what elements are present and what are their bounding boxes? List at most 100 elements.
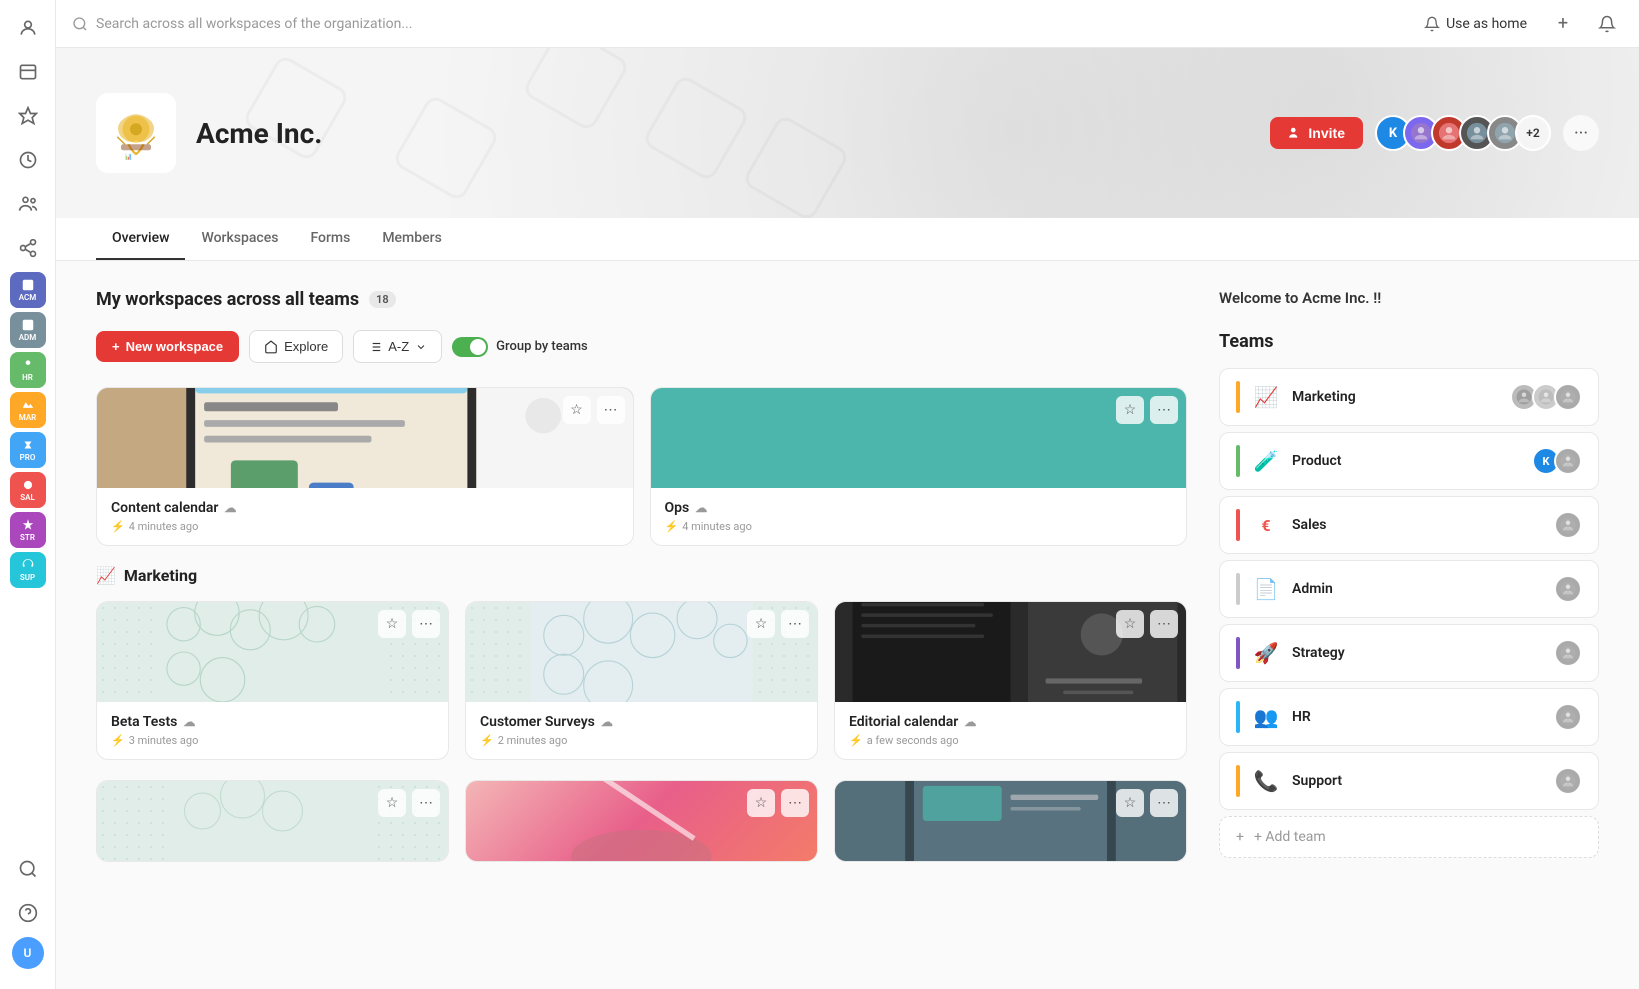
team-name-strategy: Strategy — [1292, 645, 1542, 661]
bell-icon — [1424, 16, 1440, 32]
more-button-r3-1[interactable]: ⋯ — [412, 789, 440, 817]
more-button-ops[interactable]: ⋯ — [1150, 396, 1178, 424]
star-button-r3-3[interactable]: ☆ — [1116, 789, 1144, 817]
card-row3-1[interactable]: ☆ ⋯ — [96, 780, 449, 862]
card-thumbnail-beta-tests: ☆ ⋯ — [97, 602, 448, 702]
notification-button[interactable] — [1591, 8, 1623, 40]
sidebar-icon-search[interactable] — [8, 849, 48, 889]
add-team-button[interactable]: + + Add team — [1219, 816, 1599, 858]
sidebar-badge-acm[interactable]: ACM — [10, 272, 46, 308]
lightning-icon-beta: ⚡ — [111, 734, 125, 747]
card-body-editorial-calendar: Editorial calendar ☁ ⚡ a few seconds ago — [835, 702, 1186, 759]
more-button-beta-tests[interactable]: ⋯ — [412, 610, 440, 638]
avatar-4-img — [1466, 122, 1488, 144]
sidebar-icon-help[interactable] — [8, 893, 48, 933]
explore-button[interactable]: Explore — [249, 330, 343, 363]
org-logo: 📊 — [96, 93, 176, 173]
sidebar: ACM ADM HR MAR PRO € SAL STR SUP U — [0, 0, 56, 989]
star-button-r3-1[interactable]: ☆ — [378, 789, 406, 817]
use-as-home-button[interactable]: Use as home — [1416, 12, 1535, 36]
card-title-customer-surveys: Customer Surveys ☁ — [480, 714, 803, 730]
avatar-3-img — [1438, 122, 1460, 144]
right-sidebar: Welcome to Acme Inc. !! Teams 📈 Marketin… — [1219, 289, 1599, 961]
user-avatar[interactable]: U — [12, 937, 44, 969]
team-row-sales[interactable]: € Sales — [1219, 496, 1599, 554]
team-avatars-admin — [1554, 575, 1582, 603]
card-thumbnail-ops: ☆ ⋯ — [651, 388, 1187, 488]
sidebar-badge-str[interactable]: STR — [10, 512, 46, 548]
sidebar-badge-pro[interactable]: PRO — [10, 432, 46, 468]
body-layout: My workspaces across all teams 18 + New … — [56, 261, 1639, 989]
sidebar-icon-home[interactable] — [8, 8, 48, 48]
team-row-hr[interactable]: 👥 HR — [1219, 688, 1599, 746]
card-editorial-calendar[interactable]: ☆ ⋯ Editorial calendar ☁ ⚡ a few s — [834, 601, 1187, 760]
explore-icon — [264, 340, 278, 354]
teams-title: Teams — [1219, 331, 1599, 352]
card-3-actions: ☆ ⋯ — [378, 610, 440, 638]
team-color-bar-strategy — [1236, 637, 1240, 669]
sidebar-badge-sup[interactable]: SUP — [10, 552, 46, 588]
add-team-icon: + — [1236, 829, 1244, 845]
card-content-calendar[interactable]: ☆ ⋯ Content calendar ☁ ⚡ 4 minutes — [96, 387, 634, 546]
team-avatar-hr1 — [1554, 703, 1582, 731]
card-customer-surveys[interactable]: ☆ ⋯ Customer Surveys ☁ ⚡ 2 minutes — [465, 601, 818, 760]
invite-button[interactable]: Invite — [1270, 117, 1363, 149]
card-meta-content-calendar: ⚡ 4 minutes ago — [111, 520, 619, 533]
card-1-actions: ☆ ⋯ — [563, 396, 625, 424]
sort-button[interactable]: A-Z — [353, 330, 442, 363]
team-row-support[interactable]: 📞 Support — [1219, 752, 1599, 810]
avatar-count[interactable]: +2 — [1515, 115, 1551, 151]
star-button-r3-2[interactable]: ☆ — [747, 789, 775, 817]
sidebar-icon-favorites[interactable] — [8, 96, 48, 136]
topbar-actions: Use as home + — [1416, 8, 1623, 40]
card-beta-tests[interactable]: ☆ ⋯ Beta Tests ☁ ⚡ 3 minutes ago — [96, 601, 449, 760]
more-button-r3-3[interactable]: ⋯ — [1150, 789, 1178, 817]
sidebar-icon-recent[interactable] — [8, 140, 48, 180]
star-button-beta-tests[interactable]: ☆ — [378, 610, 406, 638]
more-options-button[interactable]: ··· — [1563, 115, 1599, 151]
sidebar-badge-hr[interactable]: HR — [10, 352, 46, 388]
star-button-editorial[interactable]: ☆ — [1116, 610, 1144, 638]
sidebar-icon-people[interactable] — [8, 184, 48, 224]
tab-members[interactable]: Members — [366, 218, 457, 260]
plus-icon: + — [112, 339, 120, 354]
team-color-bar-marketing — [1236, 381, 1240, 413]
card-row3-3[interactable]: ☆ ⋯ — [834, 780, 1187, 862]
star-button-content-calendar[interactable]: ☆ — [563, 396, 591, 424]
hero-actions: Invite K +2 — [1270, 115, 1599, 151]
team-icon-support: 📞 — [1252, 769, 1280, 793]
add-button[interactable]: + — [1547, 8, 1579, 40]
star-button-customer-surveys[interactable]: ☆ — [747, 610, 775, 638]
more-button-r3-2[interactable]: ⋯ — [781, 789, 809, 817]
sidebar-badge-sal[interactable]: € SAL — [10, 472, 46, 508]
card-title-ops: Ops ☁ — [665, 500, 1173, 516]
more-button-content-calendar[interactable]: ⋯ — [597, 396, 625, 424]
star-button-ops[interactable]: ☆ — [1116, 396, 1144, 424]
card-meta-beta-tests: ⚡ 3 minutes ago — [111, 734, 434, 747]
more-button-customer-surveys[interactable]: ⋯ — [781, 610, 809, 638]
more-button-editorial[interactable]: ⋯ — [1150, 610, 1178, 638]
card-ops[interactable]: ☆ ⋯ Ops ☁ ⚡ 4 minutes ago — [650, 387, 1188, 546]
team-row-admin[interactable]: 📄 Admin — [1219, 560, 1599, 618]
welcome-text: Welcome to Acme Inc. !! — [1219, 289, 1599, 307]
sidebar-badge-adm[interactable]: ADM — [10, 312, 46, 348]
new-workspace-button[interactable]: + New workspace — [96, 331, 239, 362]
team-row-strategy[interactable]: 🚀 Strategy — [1219, 624, 1599, 682]
tab-overview[interactable]: Overview — [96, 218, 185, 260]
cloud-icon-surveys: ☁ — [601, 715, 613, 729]
hero-section: 📊 Acme Inc. Invite K — [56, 48, 1639, 218]
search-bar[interactable]: Search across all workspaces of the orga… — [72, 16, 1404, 32]
team-name-product: Product — [1292, 453, 1520, 469]
tab-workspaces[interactable]: Workspaces — [185, 218, 294, 260]
team-color-bar-admin — [1236, 573, 1240, 605]
sidebar-badge-mar[interactable]: MAR — [10, 392, 46, 428]
team-row-product[interactable]: 🧪 Product K — [1219, 432, 1599, 490]
sidebar-icon-share[interactable] — [8, 228, 48, 268]
team-row-marketing[interactable]: 📈 Marketing — [1219, 368, 1599, 426]
card-body-customer-surveys: Customer Surveys ☁ ⚡ 2 minutes ago — [466, 702, 817, 759]
group-by-toggle[interactable] — [452, 337, 488, 357]
tab-forms[interactable]: Forms — [294, 218, 366, 260]
sidebar-icon-inbox[interactable] — [8, 52, 48, 92]
card-title-beta-tests: Beta Tests ☁ — [111, 714, 434, 730]
card-row3-2[interactable]: ☆ ⋯ — [465, 780, 818, 862]
